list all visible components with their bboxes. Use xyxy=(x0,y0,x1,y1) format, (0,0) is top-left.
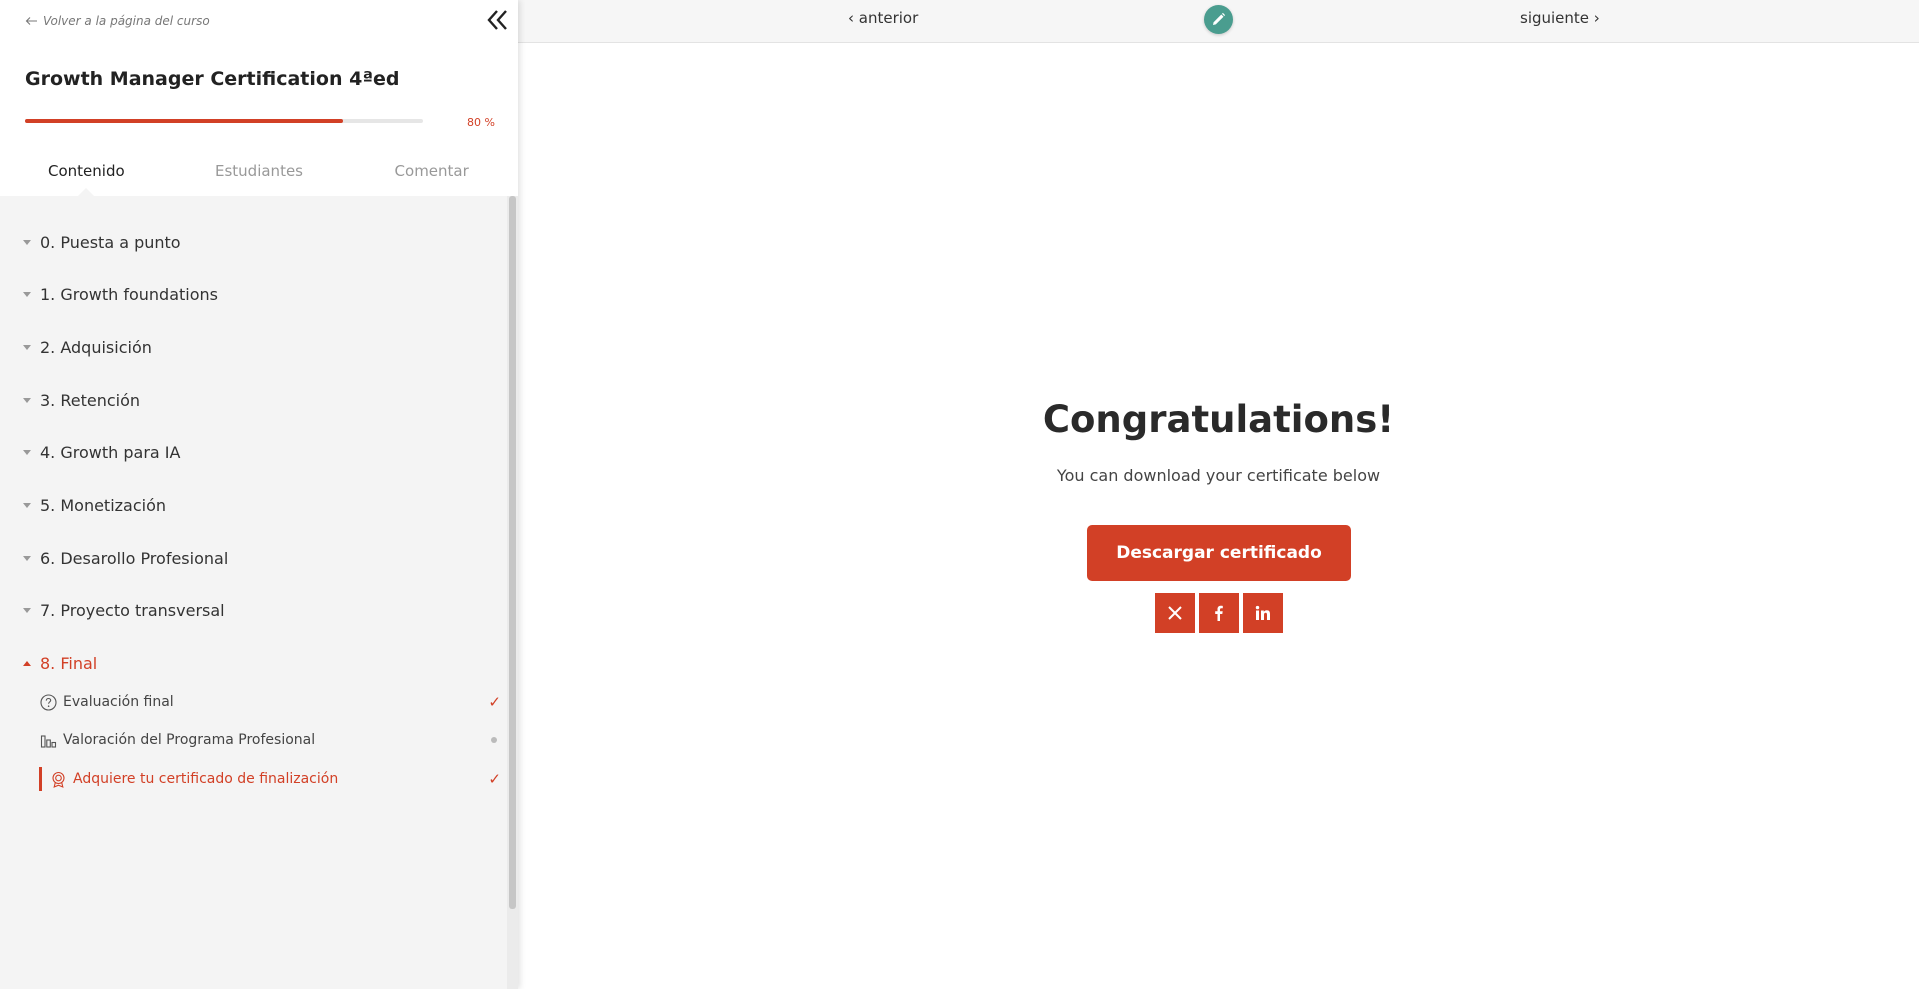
award-icon xyxy=(49,770,67,788)
question-circle-icon xyxy=(39,693,57,711)
section-monetizacion[interactable]: 5. Monetización xyxy=(0,490,166,520)
caret-down-icon xyxy=(23,397,31,403)
section-label: 3. Retención xyxy=(40,390,141,410)
sidebar-header: Volver a la página del curso Growth Mana… xyxy=(0,0,518,196)
lesson-label: Adquiere tu certificado de finalización xyxy=(73,771,339,787)
caret-up-icon xyxy=(23,660,31,666)
section-proyecto-transversal[interactable]: 7. Proyecto transversal xyxy=(0,595,225,625)
caret-down-icon xyxy=(23,502,31,508)
section-puesta-a-punto[interactable]: 0. Puesta a punto xyxy=(0,227,181,257)
section-label: 6. Desarollo Profesional xyxy=(40,548,229,568)
caret-down-icon xyxy=(23,607,31,613)
main-content: ‹ anterior siguiente › Congratulations! … xyxy=(518,0,1919,989)
section-growth-foundations[interactable]: 1. Growth foundations xyxy=(0,279,218,309)
pencil-icon xyxy=(1213,12,1226,25)
section-label: 8. Final xyxy=(40,653,98,673)
sidebar-scrollbar[interactable] xyxy=(507,196,518,989)
arrow-left-icon xyxy=(25,17,37,25)
tab-comentar[interactable]: Comentar xyxy=(345,150,518,196)
caret-down-icon xyxy=(23,239,31,245)
caret-down-icon xyxy=(23,291,31,297)
section-retencion[interactable]: 3. Retención xyxy=(0,385,140,415)
completed-check-icon: ✓ xyxy=(488,770,501,788)
back-to-course-link[interactable]: Volver a la página del curso xyxy=(25,14,210,28)
tab-estudiantes[interactable]: Estudiantes xyxy=(173,150,346,196)
course-progress-bar xyxy=(25,119,423,123)
section-label: 1. Growth foundations xyxy=(40,284,218,304)
scrollbar-thumb[interactable] xyxy=(509,196,516,909)
tab-contenido[interactable]: Contenido xyxy=(0,150,173,196)
certificate-subtext: You can download your certificate below xyxy=(1056,466,1381,485)
course-title: Growth Manager Certification 4ªed xyxy=(25,68,400,90)
share-facebook-button[interactable] xyxy=(1199,593,1239,633)
sidebar: Volver a la página del curso Growth Mana… xyxy=(0,0,518,989)
download-certificate-button[interactable]: Descargar certificado xyxy=(1087,525,1351,581)
section-label: 0. Puesta a punto xyxy=(40,232,181,252)
current-lesson-indicator xyxy=(39,767,42,791)
x-icon xyxy=(1168,606,1182,620)
caret-down-icon xyxy=(23,344,31,350)
section-final[interactable]: 8. Final xyxy=(0,648,97,678)
lesson-navigation-bar: ‹ anterior siguiente › xyxy=(518,0,1919,43)
share-x-button[interactable] xyxy=(1155,593,1195,633)
linkedin-icon xyxy=(1255,605,1270,620)
facebook-icon xyxy=(1215,605,1223,621)
course-progress-percent: 80 % xyxy=(467,116,495,129)
section-adquisicion[interactable]: 2. Adquisición xyxy=(0,332,152,362)
section-label: 2. Adquisición xyxy=(40,337,152,357)
back-link-label: Volver a la página del curso xyxy=(43,14,210,28)
lesson-label: Valoración del Programa Profesional xyxy=(63,732,316,748)
sidebar-tabs: Contenido Estudiantes Comentar xyxy=(0,150,518,196)
completed-check-icon: ✓ xyxy=(488,693,501,711)
collapse-sidebar-button[interactable] xyxy=(484,6,510,34)
previous-lesson-button[interactable]: ‹ anterior xyxy=(848,9,918,27)
lesson-adquiere-certificado[interactable]: Adquiere tu certificado de finalización … xyxy=(39,765,501,793)
next-lesson-button[interactable]: siguiente › xyxy=(1520,9,1600,27)
congratulations-heading: Congratulations! xyxy=(1042,398,1395,441)
caret-down-icon xyxy=(23,555,31,561)
lesson-valoracion-programa[interactable]: Valoración del Programa Profesional xyxy=(39,726,501,754)
lesson-label: Evaluación final xyxy=(63,694,174,710)
course-progress-fill xyxy=(25,119,344,123)
caret-down-icon xyxy=(23,449,31,455)
course-outline: 0. Puesta a punto 1. Growth foundations … xyxy=(0,196,518,989)
section-growth-para-ia[interactable]: 4. Growth para IA xyxy=(0,437,180,467)
section-desarollo-profesional[interactable]: 6. Desarollo Profesional xyxy=(0,543,228,573)
edit-button[interactable] xyxy=(1204,5,1233,34)
bar-chart-icon xyxy=(39,731,57,749)
section-label: 7. Proyecto transversal xyxy=(40,600,225,620)
section-label: 5. Monetización xyxy=(40,495,167,515)
section-label: 4. Growth para IA xyxy=(40,442,181,462)
share-linkedin-button[interactable] xyxy=(1243,593,1283,633)
double-chevron-left-icon xyxy=(487,10,507,30)
pending-dot-icon xyxy=(491,737,497,743)
lesson-evaluacion-final[interactable]: Evaluación final ✓ xyxy=(39,688,501,716)
